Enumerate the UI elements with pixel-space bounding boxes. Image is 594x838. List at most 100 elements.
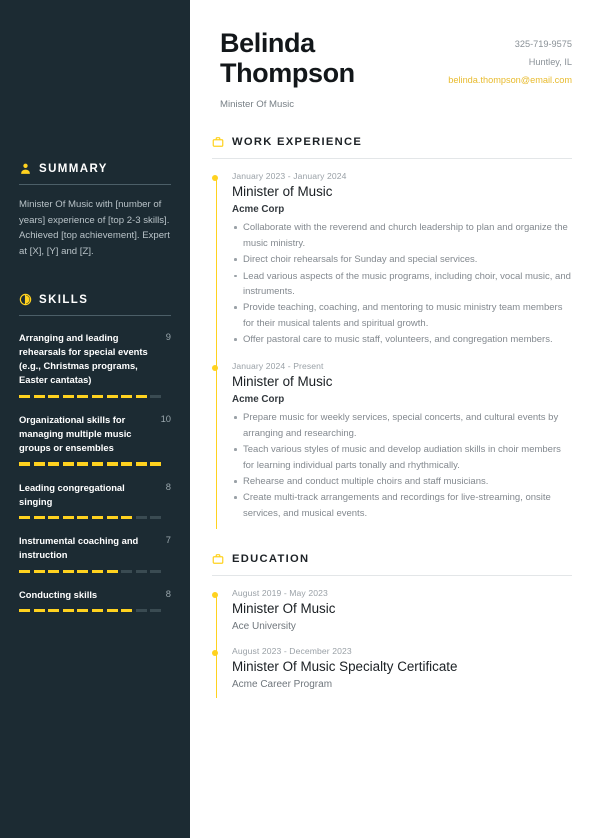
education-entries: August 2019 - May 2023 Minister Of Music A… <box>212 588 572 704</box>
skills-list: Arranging and leading rehearsals for spe… <box>19 331 171 613</box>
entry-bullet: Teach various styles of music and develo… <box>232 442 572 473</box>
skill-rating: 9 <box>165 331 171 343</box>
skill-rating-segment <box>91 569 103 573</box>
skill-rating-segment <box>135 515 147 520</box>
entry-organization: Acme Career Program <box>232 679 333 691</box>
work-experience-section: WORK EXPERIENCE January 2023 - January 2… <box>212 136 572 535</box>
sidebar: SUMMARY Minister Of Music with [number o… <box>0 0 190 838</box>
skill-rating: 8 <box>165 480 171 492</box>
skill-rating-segment <box>121 515 133 520</box>
sidebar-skills-section: SKILLS Arranging and leading rehearsals … <box>19 289 171 613</box>
skill-item: Instrumental coaching and instruction 7 <box>19 534 171 573</box>
skill-rating: 10 <box>160 412 171 424</box>
briefcase-icon <box>212 553 224 565</box>
skill-rating-segment <box>48 462 60 466</box>
education-section: EDUCATION August 2019 - May 2023 Minister… <box>212 553 572 704</box>
entry-title: Minister of Music <box>232 184 333 200</box>
entry-title: Minister of Music <box>232 374 333 390</box>
work-experience-heading: WORK EXPERIENCE <box>212 136 572 148</box>
skill-rating: 7 <box>165 534 171 546</box>
entry-dates: January 2024 - Present <box>232 361 324 372</box>
education-heading: EDUCATION <box>212 553 572 565</box>
summary-title: SUMMARY <box>39 162 108 175</box>
education-timeline: August 2019 - May 2023 Minister Of Music A… <box>212 588 572 704</box>
skills-title: SKILLS <box>39 293 89 306</box>
contact-email[interactable]: belinda.thompson@email.com <box>448 72 572 90</box>
skill-rating-segment <box>19 515 30 520</box>
skill-rating-segment <box>77 462 89 466</box>
skill-rating-segment <box>135 569 147 573</box>
skill-rating-segment <box>150 515 162 520</box>
contact-phone[interactable]: 325-719-9575 <box>448 36 572 54</box>
entry-bullet-list: Collaborate with the reverend and church… <box>232 220 572 347</box>
skill-rating-segment <box>62 569 74 573</box>
skill-rating-segment <box>48 609 60 613</box>
summary-heading: SUMMARY <box>19 158 171 175</box>
skill-rating: 8 <box>165 587 171 599</box>
skill-rating-bar <box>19 609 171 613</box>
skill-rating-segment <box>150 609 162 613</box>
skill-rating-segment <box>91 394 103 398</box>
candidate-first-name: Belinda <box>220 28 315 58</box>
skill-rating-segment <box>62 462 74 466</box>
skill-name: Conducting skills <box>19 588 98 600</box>
entry-bullet: Offer pastoral care to music staff, volu… <box>232 332 572 347</box>
user-icon <box>19 162 32 175</box>
resume-page: SUMMARY Minister Of Music with [number o… <box>0 0 594 838</box>
entry-dates: August 2019 - May 2023 <box>232 588 328 599</box>
timeline-entry: January 2024 - Present Minister of Music A… <box>212 361 572 535</box>
skill-item: Organizational skills for managing multi… <box>19 413 171 466</box>
skill-rating-segment <box>106 462 118 466</box>
briefcase-icon <box>212 136 224 148</box>
candidate-last-name: Thompson <box>220 58 355 89</box>
skill-rating-segment <box>150 462 162 466</box>
entry-bullet: Provide teaching, coaching, and mentorin… <box>232 300 572 331</box>
timeline-dot <box>212 365 219 372</box>
summary-divider <box>19 184 171 185</box>
skill-rating-segment <box>150 394 162 398</box>
entry-title: Minister Of Music Specialty Certificate <box>232 659 458 675</box>
skill-rating-segment <box>48 569 60 573</box>
sidebar-summary-section: SUMMARY Minister Of Music with [number o… <box>19 0 171 259</box>
entry-bullet-list: Prepare music for weekly services, speci… <box>232 410 572 521</box>
contact-location: Huntley, IL <box>528 56 572 67</box>
skill-rating-segment <box>33 515 45 520</box>
timeline-entry: August 2019 - May 2023 Minister Of Music A… <box>212 588 572 646</box>
skill-rating-segment <box>62 609 74 613</box>
skill-rating-segment <box>121 394 133 398</box>
timeline-dot <box>212 650 219 657</box>
skill-name: Arranging and leading rehearsals for spe… <box>19 332 148 386</box>
entry-organization: Acme Corp <box>232 204 285 216</box>
skill-rating-segment <box>48 394 60 398</box>
skill-name: Instrumental coaching and instruction <box>19 535 139 561</box>
skill-rating-segment <box>106 515 118 520</box>
skill-rating-segment <box>77 609 89 613</box>
timeline-entry: August 2023 - December 2023 Minister Of M… <box>212 646 572 704</box>
summary-text: Minister Of Music with [number of years]… <box>19 199 170 257</box>
skill-name: Organizational skills for managing multi… <box>19 413 132 454</box>
timeline-line <box>215 594 217 699</box>
education-divider <box>212 575 572 577</box>
skill-rating-segment <box>33 462 45 466</box>
skill-rating-segment <box>19 569 30 573</box>
skill-name: Leading congregational singing <box>19 481 125 507</box>
skills-heading: SKILLS <box>19 289 171 306</box>
skill-rating-segment <box>77 515 89 520</box>
work-timeline: January 2023 - January 2024 Minister of M… <box>212 171 572 535</box>
timeline-dot <box>212 592 219 599</box>
skill-rating-segment <box>33 569 45 573</box>
entry-dates: August 2023 - December 2023 <box>232 646 352 657</box>
skill-rating-bar <box>19 569 171 573</box>
entry-bullet: Collaborate with the reverend and church… <box>232 220 572 251</box>
skill-item: Leading congregational singing 8 <box>19 481 171 520</box>
entry-bullet: Prepare music for weekly services, speci… <box>232 410 572 441</box>
entry-organization: Ace University <box>232 621 296 633</box>
skill-rating-bar <box>19 515 171 520</box>
skill-rating-segment <box>135 394 147 398</box>
skill-rating-segment <box>19 609 30 613</box>
entry-bullet: Create multi-track arrangements and reco… <box>232 490 572 521</box>
skill-rating-segment <box>135 609 147 613</box>
timeline-line <box>215 177 217 530</box>
skill-rating-segment <box>135 462 147 466</box>
skill-rating-segment <box>77 569 89 573</box>
